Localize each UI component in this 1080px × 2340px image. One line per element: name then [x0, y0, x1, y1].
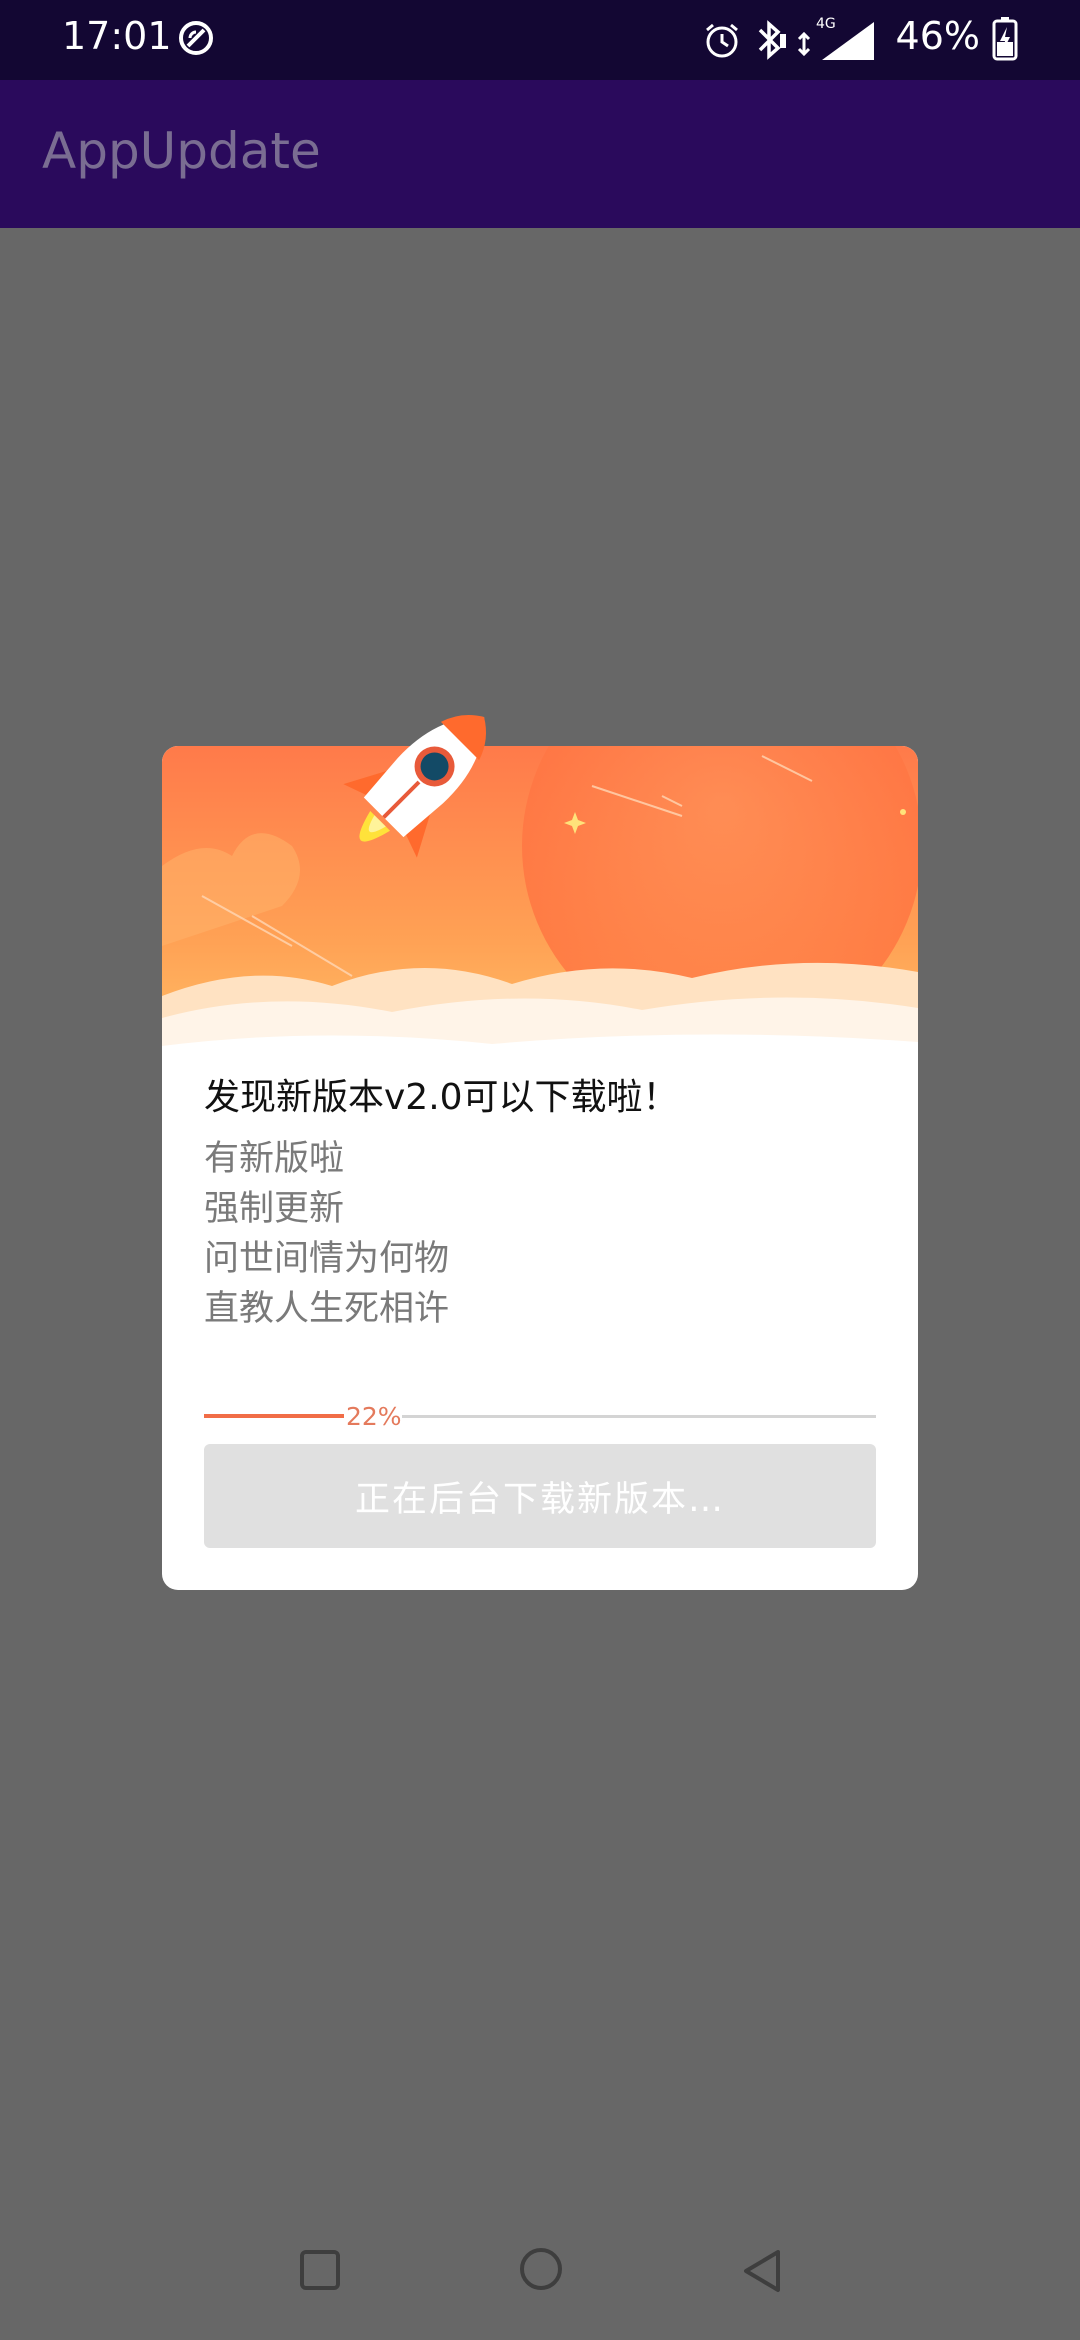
download-button[interactable]: 正在后台下载新版本…: [204, 1444, 876, 1548]
status-time: 17:01: [62, 14, 172, 58]
release-note: 直教人生死相许: [204, 1289, 450, 1329]
app-bar: AppUpdate: [0, 80, 1080, 228]
progress-fill: [204, 1414, 344, 1418]
app-title: AppUpdate: [42, 122, 321, 180]
download-progress-bar: 22%: [204, 1402, 876, 1432]
battery-percent: 46%: [895, 14, 980, 58]
signal-icon: 4G: [794, 14, 880, 68]
rocket-icon: [297, 690, 537, 904]
release-note: 问世间情为何物: [204, 1239, 450, 1279]
status-bar: 17:01 4G 46%: [0, 0, 1080, 80]
recents-square-icon[interactable]: [298, 2248, 342, 2296]
progress-label: 22%: [346, 1402, 402, 1431]
sync-icon: [176, 18, 216, 62]
release-note: 强制更新: [204, 1189, 345, 1229]
release-notes: 有新版啦 强制更新 问世间情为何物 直教人生死相许: [204, 1134, 449, 1334]
back-triangle-icon[interactable]: [740, 2248, 784, 2298]
alarm-icon: [702, 20, 742, 64]
navigation-bar: [0, 2210, 1080, 2340]
bluetooth-icon: [752, 18, 788, 66]
network-type: 4G: [816, 16, 836, 32]
battery-charging-icon: [992, 16, 1018, 66]
release-note: 有新版啦: [204, 1139, 345, 1179]
progress-track: [402, 1415, 876, 1418]
dialog-header-illustration: [162, 746, 918, 1074]
dialog-title: 发现新版本v2.0可以下载啦！: [204, 1077, 679, 1118]
home-circle-icon[interactable]: [518, 2246, 564, 2296]
update-dialog: 发现新版本v2.0可以下载啦！ 有新版啦 强制更新 问世间情为何物 直教人生死相…: [162, 714, 918, 1590]
